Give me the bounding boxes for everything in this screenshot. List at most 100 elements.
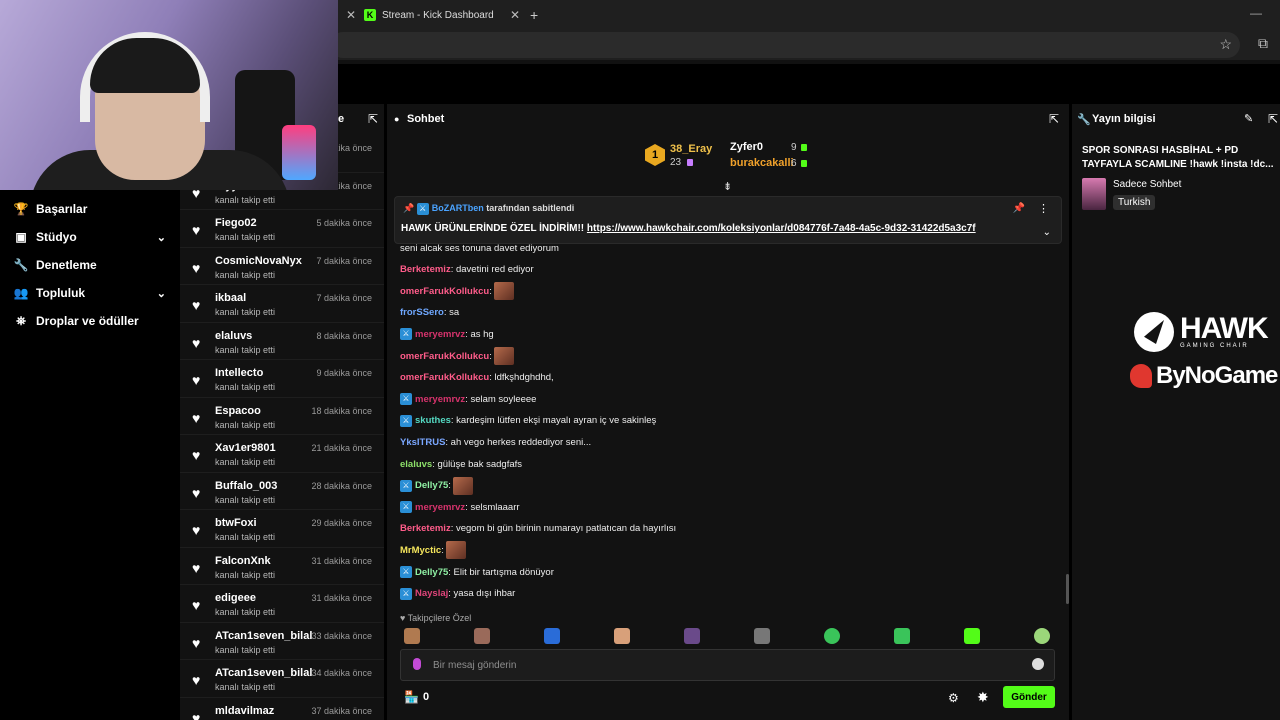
- chat-username[interactable]: omerFarukKollukcu: [400, 372, 489, 383]
- chat-tools-icon[interactable]: ✸: [977, 689, 989, 706]
- sidebar-item-studyo[interactable]: ▣ Stüdyo ⌄: [12, 223, 172, 251]
- chat-username[interactable]: meryemrvz: [415, 329, 465, 340]
- follower-row[interactable]: ♥ ikbaal kanalı takip etti 7 dakika önce: [180, 285, 384, 323]
- send-button[interactable]: Gönder: [1003, 686, 1055, 708]
- emote-icon[interactable]: [824, 628, 840, 644]
- follower-row[interactable]: ♥ Buffalo_003 kanalı takip etti 28 dakika ö…: [180, 473, 384, 510]
- emote-icon[interactable]: [684, 628, 700, 644]
- chat-username[interactable]: Delly75: [415, 567, 448, 578]
- chat-message[interactable]: seni alcak ses tonuna davet ediyorum: [400, 240, 559, 256]
- follower-name[interactable]: elaluvs: [215, 330, 252, 342]
- follower-name[interactable]: Fiego02: [215, 217, 257, 229]
- leader-first-name[interactable]: 38_Eray: [670, 143, 712, 155]
- follower-row[interactable]: ♥ ATcan1seven_bilal kanalı takip etti 34 da…: [180, 660, 384, 698]
- chevron-down-icon[interactable]: ⌄: [157, 231, 166, 244]
- sidebar-item-basarilar[interactable]: 🏆 Başarılar: [12, 195, 172, 223]
- chevron-down-icon[interactable]: ⌄: [1043, 227, 1051, 238]
- chat-username[interactable]: meryemrvz: [415, 502, 465, 513]
- follower-row[interactable]: ♥ ATcan1seven_bilal kanalı takip etti 33 da…: [180, 623, 384, 660]
- chat-username[interactable]: frorSSero: [400, 307, 444, 318]
- chat-username[interactable]: omerFarukKollukcu: [400, 351, 489, 362]
- chat-message[interactable]: elaluvs: gülüşe bak sadgfafs: [400, 456, 522, 472]
- collapse-leaderboard-icon[interactable]: ⇟: [723, 180, 732, 193]
- chat-scrollbar[interactable]: [1066, 574, 1069, 604]
- emote-icon[interactable]: [404, 628, 420, 644]
- follower-name[interactable]: Xav1er9801: [215, 442, 276, 454]
- chat-message[interactable]: frorSSero: sa: [400, 305, 459, 321]
- chat-message[interactable]: ⚔ Nayslaj: yasa dışı ihbar: [400, 586, 515, 602]
- emote-icon[interactable]: [614, 628, 630, 644]
- edit-icon[interactable]: ✎: [1244, 112, 1253, 125]
- chat-username[interactable]: Berketemiz: [400, 523, 451, 534]
- emote-icon[interactable]: [754, 628, 770, 644]
- chat-message[interactable]: ⚔ meryemrvz: as hg: [400, 326, 494, 342]
- leader-second-name[interactable]: Zyfer0: [730, 141, 763, 153]
- follower-name[interactable]: Buffalo_003: [215, 480, 277, 492]
- category-name[interactable]: Sadece Sohbet: [1113, 179, 1181, 190]
- follower-row[interactable]: ♥ Xav1er9801 kanalı takip etti 21 dakika ön…: [180, 435, 384, 473]
- chat-message[interactable]: ⚔ Delly75: Elit bir tartışma dönüyor: [400, 564, 554, 580]
- popout-icon[interactable]: ⇱: [1268, 112, 1278, 126]
- category-thumbnail[interactable]: [1082, 178, 1106, 210]
- follower-row[interactable]: ♥ mldavilmaz 37 dakika önce: [180, 698, 384, 720]
- follower-name[interactable]: Intellecto: [215, 367, 263, 379]
- chat-message[interactable]: YksITRUS: ah vego herkes reddediyor seni…: [400, 434, 591, 450]
- sidebar-item-denetleme[interactable]: 🔧 Denetleme: [12, 251, 172, 279]
- chat-username[interactable]: elaluvs: [400, 459, 432, 470]
- chat-message[interactable]: ⚔ Delly75:: [400, 476, 473, 495]
- follower-row[interactable]: ♥ Intellecto kanalı takip etti 9 dakika önc…: [180, 360, 384, 398]
- emote-icon[interactable]: [964, 628, 980, 644]
- leader-third-name[interactable]: burakcakalli: [730, 157, 794, 169]
- chat-username[interactable]: Berketemiz: [400, 264, 451, 275]
- follower-name[interactable]: edigeee: [215, 592, 256, 604]
- popout-icon[interactable]: ⇱: [1049, 112, 1059, 126]
- follower-row[interactable]: ♥ elaluvs kanalı takip etti 8 dakika önce: [180, 323, 384, 360]
- popout-icon[interactable]: ⇱: [368, 112, 378, 126]
- extensions-icon[interactable]: ⧉: [1258, 35, 1268, 52]
- unpin-icon[interactable]: 📌: [1013, 203, 1025, 214]
- follower-name[interactable]: Espacoo: [215, 405, 261, 417]
- sidebar-item-topluluk[interactable]: 👥 Topluluk ⌄: [12, 279, 172, 307]
- chat-message[interactable]: omerFarukKollukcu:: [400, 282, 514, 301]
- gear-icon[interactable]: ⚙: [948, 691, 959, 705]
- chat-message[interactable]: ⚔ meryemrvz: selam soyleeee: [400, 391, 536, 407]
- store-icon[interactable]: 🏪: [404, 690, 419, 704]
- microphone-icon[interactable]: [413, 658, 421, 670]
- chat-username[interactable]: omerFarukKollukcu: [400, 286, 489, 297]
- follower-name[interactable]: ikbaal: [215, 292, 246, 304]
- chat-username[interactable]: Delly75: [415, 480, 448, 491]
- minimize-icon[interactable]: —: [1250, 6, 1262, 20]
- follower-name[interactable]: FalconXnk: [215, 555, 271, 567]
- more-options-icon[interactable]: ⋮: [1038, 202, 1049, 215]
- emote-icon[interactable]: [894, 628, 910, 644]
- follower-row[interactable]: ♥ btwFoxi kanalı takip etti 29 dakika önce: [180, 510, 384, 548]
- sidebar-item-droplar[interactable]: ⛯ Droplar ve ödüller: [12, 307, 172, 335]
- chat-message[interactable]: ⚔ skuthes: kardeşim lütfen ekşi mayalı ay…: [400, 413, 656, 429]
- follower-row[interactable]: ♥ Espacoo kanalı takip etti 18 dakika önce: [180, 398, 384, 435]
- bookmark-star-icon[interactable]: ☆: [1219, 36, 1232, 53]
- follower-name[interactable]: ATcan1seven_bilal: [215, 667, 312, 679]
- chat-message[interactable]: ⚔ meryemrvz: selsmlaaarr: [400, 499, 520, 515]
- emote-icon[interactable]: [474, 628, 490, 644]
- close-tab-icon[interactable]: ✕: [510, 8, 520, 22]
- chat-message[interactable]: omerFarukKollukcu:: [400, 347, 514, 365]
- follower-name[interactable]: ATcan1seven_bilal: [215, 630, 312, 642]
- tab-kick-dashboard[interactable]: K Stream - Kick Dashboard ✕: [364, 4, 520, 26]
- emote-icon[interactable]: [544, 628, 560, 644]
- follower-row[interactable]: ♥ edigeee kanalı takip etti 31 dakika önce: [180, 585, 384, 623]
- chat-username[interactable]: MrMyctic: [400, 545, 441, 556]
- follower-name[interactable]: CosmicNovaNyx: [215, 255, 302, 267]
- pinned-link[interactable]: https://www.hawkchair.com/koleksiyonlar/…: [587, 223, 976, 234]
- url-input[interactable]: [330, 32, 1240, 58]
- emote-icon[interactable]: [1034, 628, 1050, 644]
- follower-name[interactable]: mldavilmaz: [215, 705, 274, 717]
- chat-message[interactable]: Berketemiz: vegom bi gün birinin numaray…: [400, 521, 676, 537]
- chevron-down-icon[interactable]: ⌄: [157, 287, 166, 300]
- follower-name[interactable]: btwFoxi: [215, 517, 257, 529]
- new-tab-button[interactable]: +: [530, 4, 538, 26]
- close-previous-tab-button[interactable]: ✕: [340, 4, 356, 26]
- chat-username[interactable]: skuthes: [415, 415, 451, 426]
- pinned-by-user[interactable]: BoZARTben: [432, 203, 484, 213]
- chat-username[interactable]: Nayslaj: [415, 588, 448, 599]
- chat-message[interactable]: omerFarukKollukcu: ldfkşhdghdhd,: [400, 370, 554, 386]
